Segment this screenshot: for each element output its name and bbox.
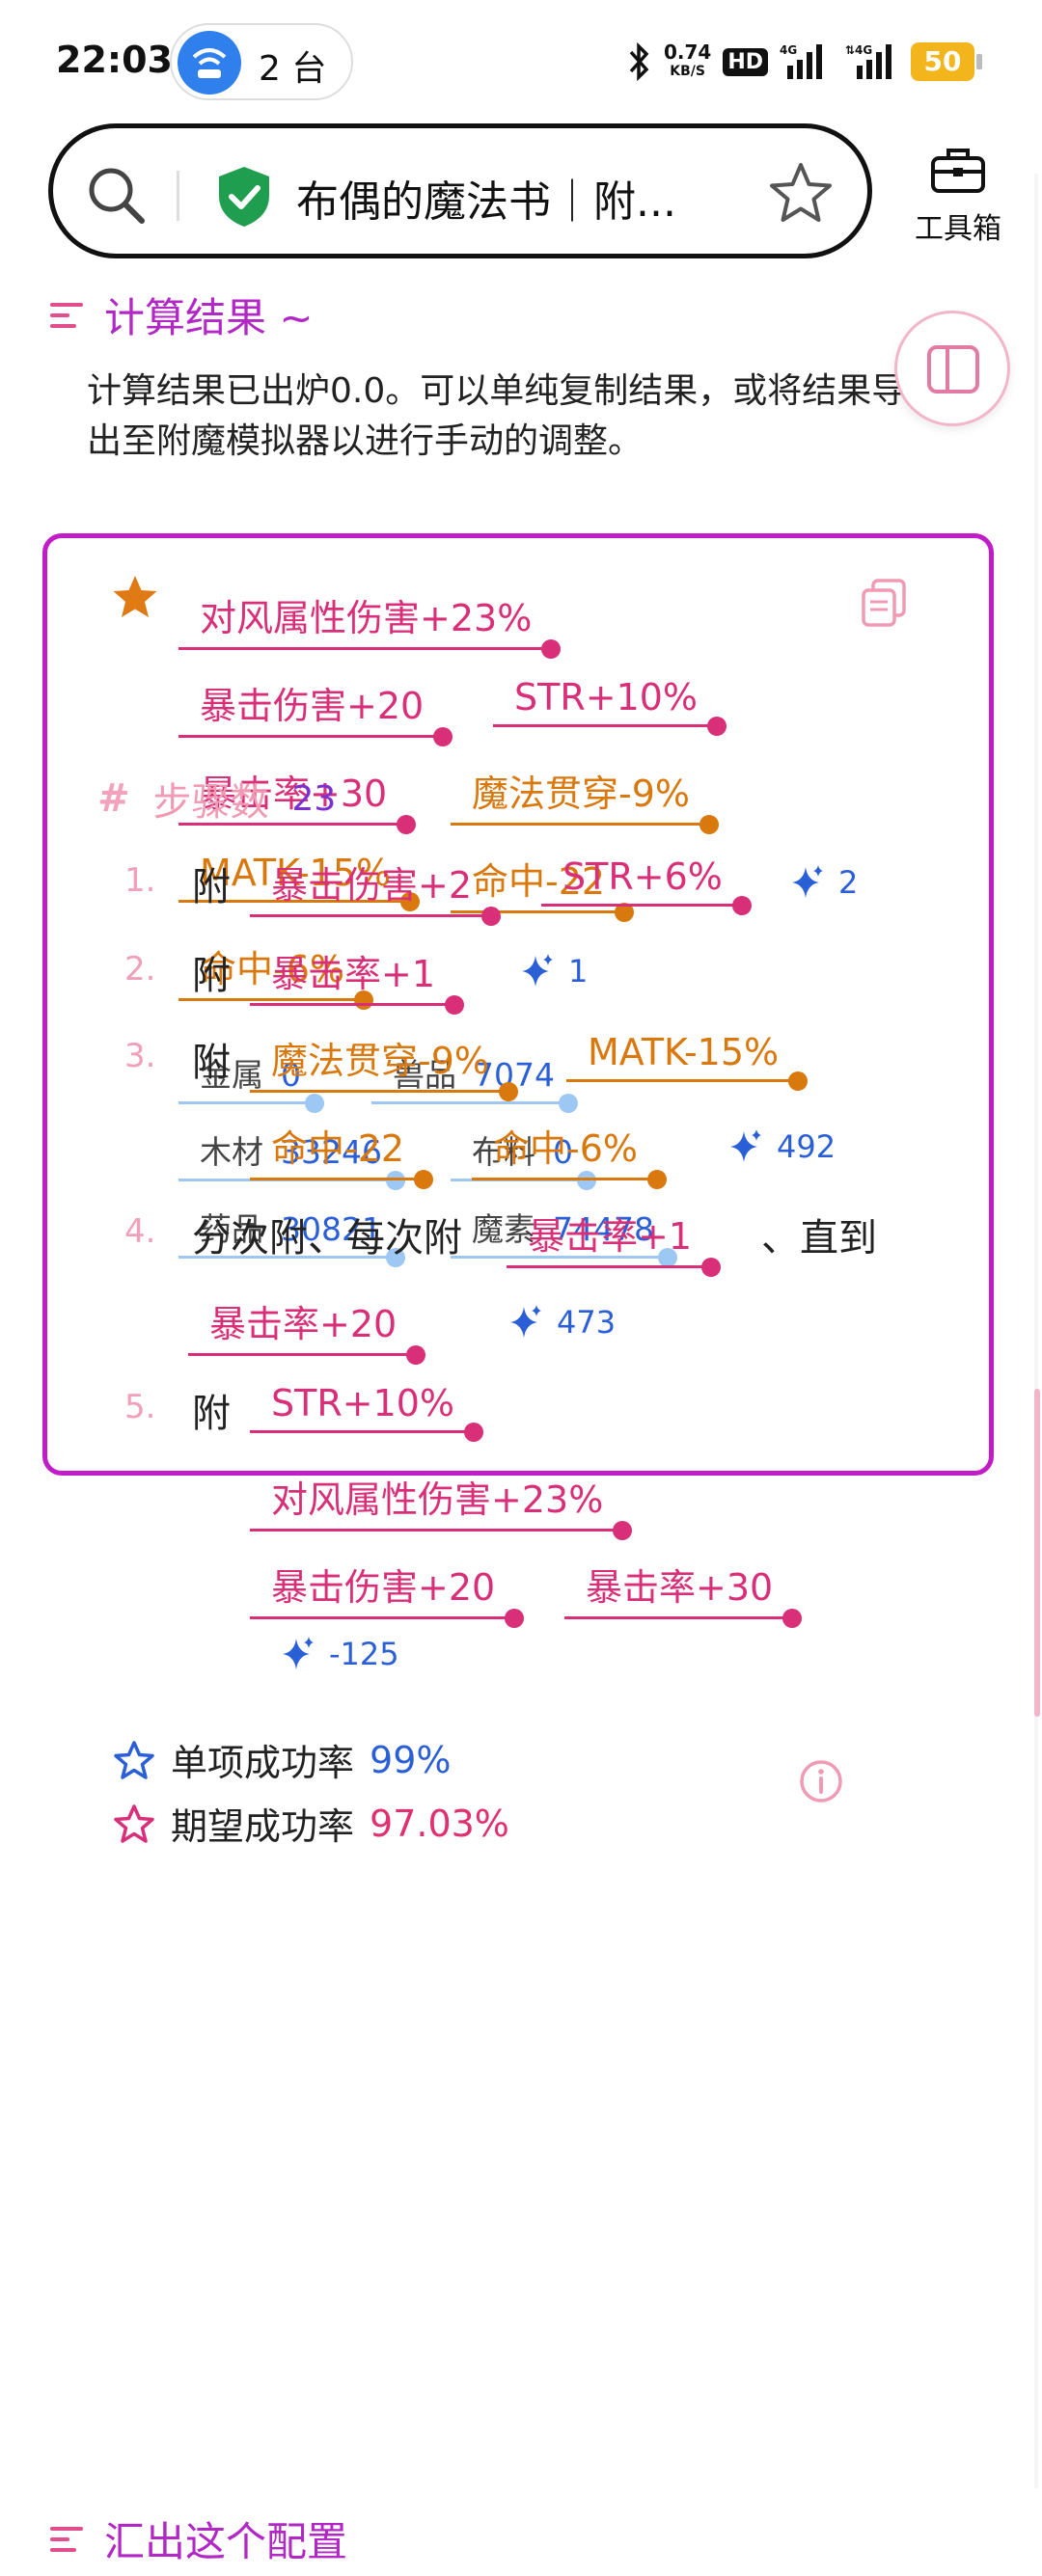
step-tag: 命中-6%: [472, 1119, 667, 1189]
signal-icon-2: ⇅4G: [845, 43, 891, 79]
hd-badge: HD: [723, 47, 768, 76]
step-number: 3.: [124, 1037, 156, 1075]
step-tag: STR+6%: [541, 855, 752, 915]
steps-label: 步骤数: [152, 780, 269, 825]
result-section-title: 计算结果 ~: [104, 294, 314, 341]
single-success-rate: 单项成功率 99%: [113, 1733, 451, 1786]
svg-text:4G: 4G: [780, 43, 797, 57]
steps-header: # 步骤数 23: [97, 771, 336, 827]
step-number: 5.: [124, 1388, 156, 1426]
step-tag: 暴击率+1: [507, 1207, 722, 1277]
sparkle-icon: [283, 1637, 314, 1669]
potential: -125: [277, 1635, 399, 1673]
step-tag: STR+10%: [250, 1382, 484, 1442]
result-tag: 暴击伤害+20: [178, 676, 453, 746]
step-suffix: 、直到: [761, 1216, 877, 1261]
export-section-header: 汇出这个配置: [50, 2509, 347, 2568]
sparkle-icon: [792, 865, 823, 898]
toolbox-icon: [931, 149, 985, 193]
step-tag: 暴击率+20: [188, 1294, 426, 1365]
signal-icon: 4G: [780, 43, 822, 79]
sidebar-icon: [927, 345, 979, 393]
device-pill[interactable]: 2 台: [170, 23, 353, 100]
favorite-star-icon[interactable]: [111, 573, 159, 621]
device-count: 2 台: [259, 49, 327, 89]
result-tag: STR+10%: [493, 676, 727, 736]
potential: 492: [725, 1127, 836, 1166]
bookmark-star-icon[interactable]: [767, 159, 835, 227]
toolbox-label: 工具箱: [915, 212, 1001, 246]
steps-count: 23: [291, 778, 337, 819]
net-speed: 0.74 KB/S: [663, 41, 712, 79]
star-outline-icon: [114, 1803, 154, 1843]
sparkle-icon: [730, 1129, 761, 1162]
scrollbar-thumb[interactable]: [1034, 1389, 1040, 1717]
step-verb: 分次附、每次附: [192, 1216, 462, 1261]
sparkle-icon: [522, 954, 553, 987]
wifi-share-icon: [178, 31, 241, 95]
status-icons: 0.74 KB/S HD 4G ⇅4G 50: [627, 33, 982, 91]
sparkle-icon: [510, 1305, 541, 1338]
step-tag: 对风属性伤害+23%: [250, 1470, 633, 1540]
shield-check-icon[interactable]: [215, 163, 273, 229]
copy-icon[interactable]: [860, 577, 908, 629]
result-section-header: 计算结果 ~: [50, 285, 314, 344]
result-tag: 魔法贯穿-9%: [451, 764, 719, 834]
toolbox-button[interactable]: 工具箱: [905, 145, 1011, 247]
scrollbar-track[interactable]: [1034, 174, 1038, 2488]
step-tag: 暴击伤害+2: [250, 855, 502, 926]
step-verb: 附: [192, 1041, 231, 1085]
step-verb: 附: [192, 865, 231, 909]
result-intro-text: 计算结果已出炉0.0。可以单纯复制结果，或将结果导出至附魔模拟器以进行手动的调整…: [87, 371, 907, 461]
star-outline-icon: [114, 1740, 154, 1779]
step-tag: 命中-22: [250, 1119, 434, 1189]
step-verb: 附: [192, 1392, 231, 1436]
section-menu-icon: [50, 302, 83, 328]
export-section-title: 汇出这个配置: [104, 2518, 348, 2565]
expected-success-rate: 期望成功率 97.03%: [113, 1797, 509, 1850]
step-tag: 魔法贯穿-9%: [250, 1031, 518, 1101]
step-number: 2.: [124, 950, 156, 989]
step-tag: 暴击率+1: [250, 944, 465, 1015]
search-icon[interactable]: [84, 163, 150, 229]
info-icon[interactable]: [798, 1758, 844, 1804]
svg-text:⇅4G: ⇅4G: [845, 43, 872, 57]
step-verb: 附: [192, 954, 231, 998]
step-number: 1.: [124, 861, 156, 900]
potential: 1: [516, 952, 588, 990]
result-tag: 对风属性伤害+23%: [178, 588, 562, 659]
page-title[interactable]: 布偶的魔法书｜附...: [296, 167, 676, 229]
status-bar: 22:03 2 台 0.74 KB/S HD 4G ⇅4G 50: [0, 0, 1042, 123]
result-card: 对风属性伤害+23% 暴击伤害+20 STR+10% 暴击率+30 魔法贯穿-9…: [42, 533, 994, 1848]
step-tag: 暴击率+30: [564, 1558, 803, 1628]
battery-icon: 50: [911, 42, 982, 81]
clock: 22:03: [56, 39, 173, 81]
potential: 473: [505, 1303, 616, 1342]
step-number: 4.: [124, 1212, 156, 1251]
step-tag: MATK-15%: [566, 1031, 809, 1091]
divider: [177, 171, 179, 221]
section-menu-icon: [50, 2526, 83, 2552]
step-tag: 暴击伤害+20: [250, 1558, 525, 1628]
address-bar[interactable]: 布偶的魔法书｜附...: [48, 123, 872, 258]
potential: 2: [786, 863, 858, 902]
hash-icon: #: [97, 776, 130, 821]
bluetooth-icon: [629, 42, 649, 81]
sidebar-toggle-button[interactable]: [894, 311, 1010, 426]
